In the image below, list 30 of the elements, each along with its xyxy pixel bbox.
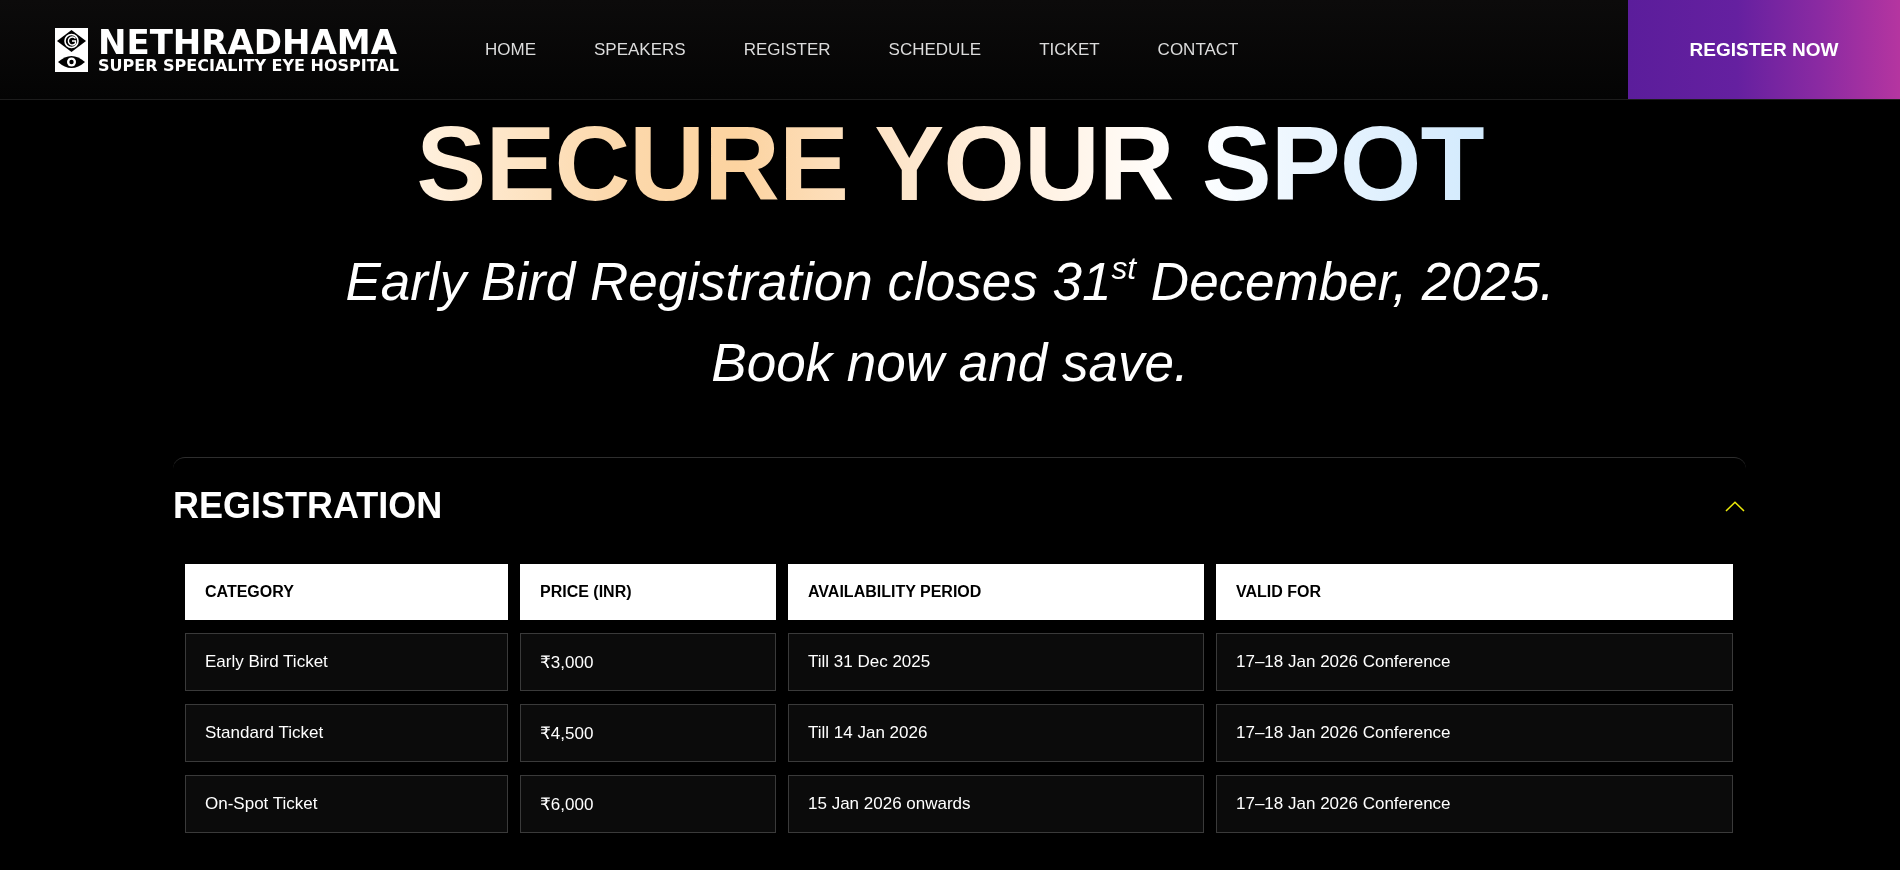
logo-icon [55, 27, 88, 72]
column-header: VALID FOR [1216, 564, 1733, 620]
table-cell: 17–18 Jan 2026 Conference [1216, 775, 1733, 833]
section-title: REGISTRATION [173, 485, 443, 527]
nav-link[interactable]: SPEAKERS [594, 39, 686, 60]
hero-subtitle: Book now and save. [710, 332, 1190, 394]
logo-tagline: SUPER SPECIALITY EYE HOSPITAL [98, 57, 399, 74]
chevron-up-icon[interactable] [1725, 500, 1745, 512]
logo-name: NETHRADHAMA [98, 25, 397, 58]
table-cell: ₹4,500 [520, 704, 776, 762]
nav-link[interactable]: REGISTER [743, 39, 831, 60]
table-cell: 15 Jan 2026 onwards [788, 775, 1204, 833]
table-cell: Till 31 Dec 2025 [788, 633, 1204, 691]
table-cell: On-Spot Ticket [185, 775, 508, 833]
table-cell: ₹6,000 [520, 775, 776, 833]
nav-link[interactable]: SCHEDULE [888, 39, 982, 60]
nav-link[interactable]: CONTACT [1157, 39, 1239, 60]
hero-subtitle: Early Bird Registration closes 31$^{st}$ December, 2025. [344, 249, 1556, 313]
register-now-button[interactable]: REGISTER NOW [1628, 0, 1900, 99]
table-cell: 17–18 Jan 2026 Conference [1216, 633, 1733, 691]
table-cell: Early Bird Ticket [185, 633, 508, 691]
table-cell: Till 14 Jan 2026 [788, 704, 1204, 762]
column-header: AVAILABILITY PERIOD [788, 564, 1204, 620]
table-cell: Standard Ticket [185, 704, 508, 762]
table-cell: ₹3,000 [520, 633, 776, 691]
column-header: PRICE (INR) [520, 564, 776, 620]
nav-link[interactable]: TICKET [1039, 39, 1100, 60]
column-header: CATEGORY [185, 564, 508, 620]
table-cell: 17–18 Jan 2026 Conference [1216, 704, 1733, 762]
nav-link[interactable]: HOME [485, 39, 536, 60]
